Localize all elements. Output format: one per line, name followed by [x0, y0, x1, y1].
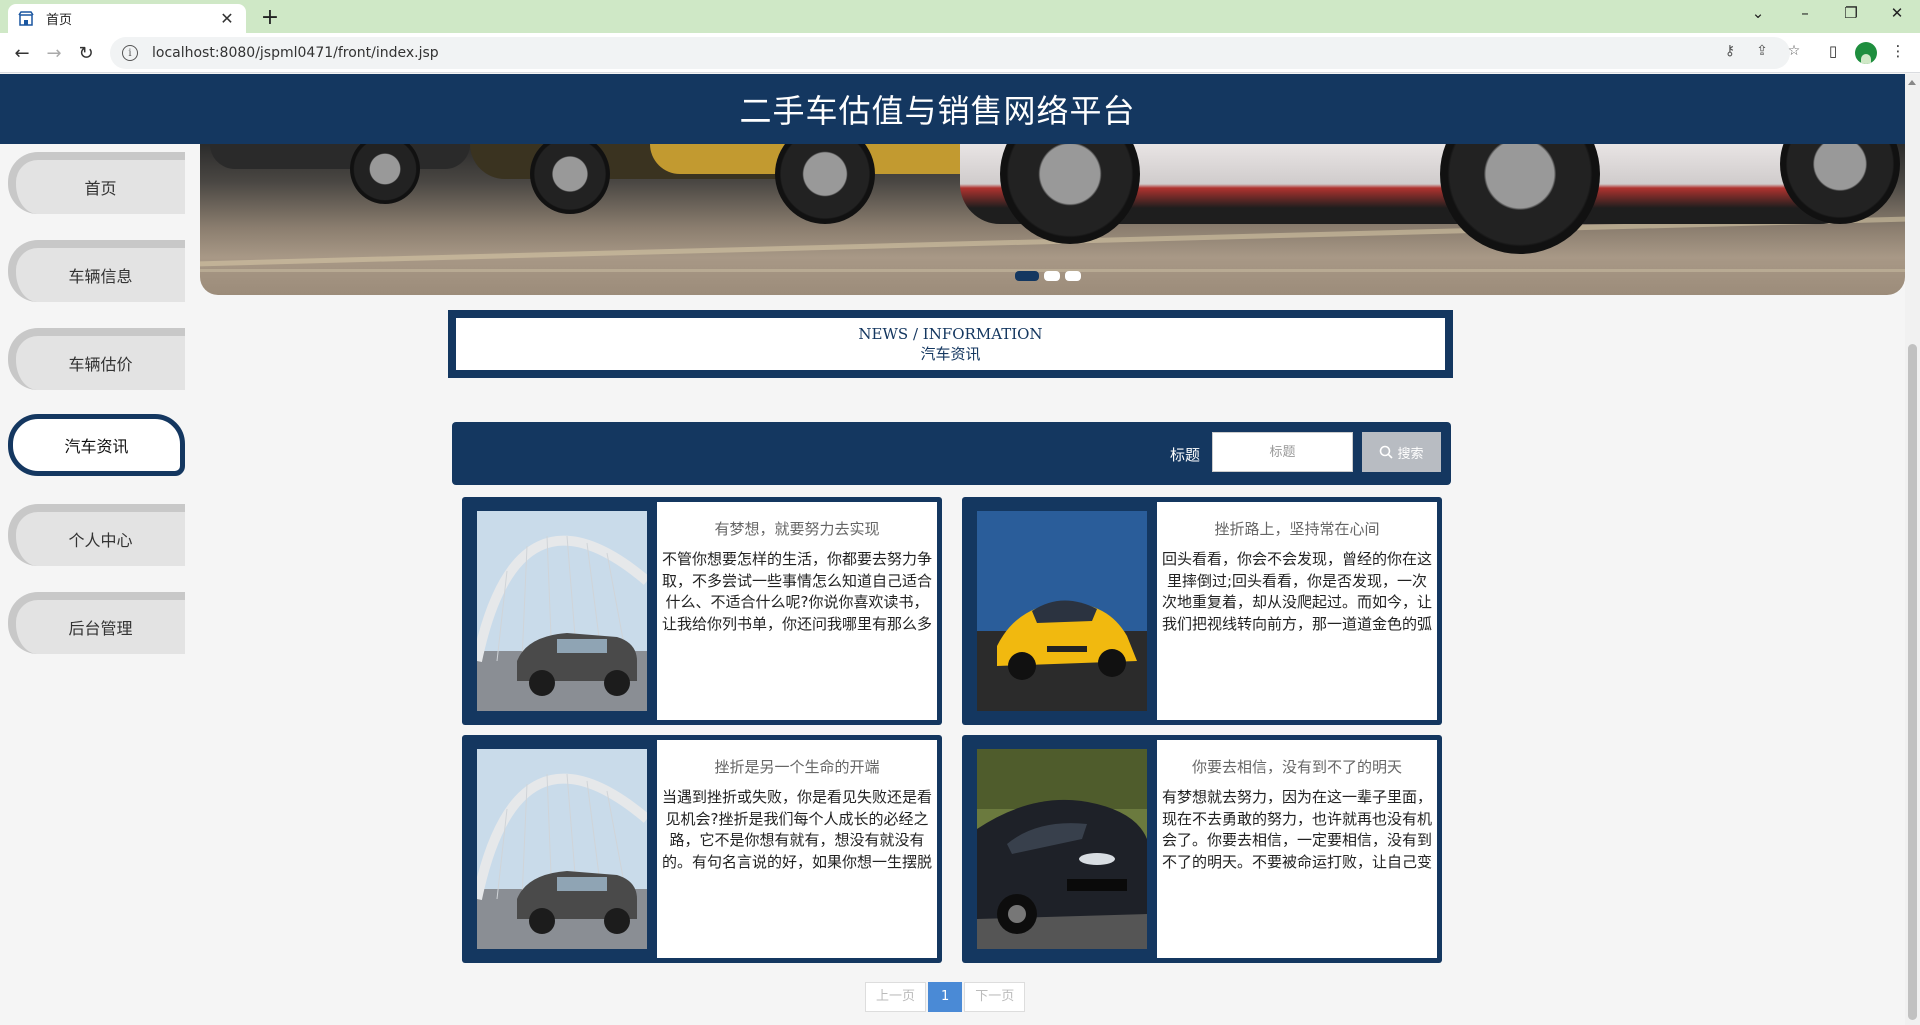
news-title[interactable]: 挫折路上，坚持常在心间 — [1161, 518, 1433, 539]
carousel-dot[interactable] — [1015, 271, 1039, 281]
news-card[interactable]: 有梦想，就要努力去实现 不管你想要怎样的生活，你都要去努力争取，不多尝试一些事情… — [462, 497, 942, 725]
sidebar-item-home[interactable]: 首页 — [8, 152, 185, 214]
scrollbar-thumb[interactable] — [1908, 344, 1917, 1020]
news-card[interactable]: 挫折是另一个生命的开端 当遇到挫折或失败，你是看见失败还是看见机会?挫折是我们每… — [462, 735, 942, 963]
scroll-up-icon[interactable] — [1908, 80, 1916, 85]
section-title-en: NEWS / INFORMATION — [858, 324, 1043, 343]
carousel-dot[interactable] — [1065, 271, 1081, 281]
news-thumbnail[interactable] — [977, 749, 1147, 949]
search-icon — [1380, 445, 1394, 459]
news-excerpt: 回头看看，你会不会发现，曾经的你在这里摔倒过;回头看看，你是否发现，一次次地重复… — [1161, 550, 1432, 633]
banner-wheel — [350, 144, 420, 204]
restore-icon[interactable]: ❐ — [1836, 4, 1866, 22]
side-panel-icon[interactable]: ▯ — [1821, 42, 1845, 60]
banner-car — [210, 144, 470, 169]
sidebar-item-valuation[interactable]: 车辆估价 — [8, 328, 185, 390]
news-card[interactable]: 你要去相信，没有到不了的明天 有梦想就去努力，因为在这一辈子里面，现在不去勇敢的… — [962, 735, 1442, 963]
search-label: 标题 — [1170, 446, 1201, 464]
browser-tab[interactable]: 首页 ✕ — [8, 4, 246, 33]
news-title[interactable]: 挫折是另一个生命的开端 — [661, 756, 933, 777]
section-heading-box: NEWS / INFORMATION 汽车资讯 — [448, 310, 1453, 378]
tab-title: 首页 — [46, 13, 73, 28]
close-window-icon[interactable]: ✕ — [1882, 4, 1912, 22]
page-scrollbar[interactable] — [1905, 74, 1920, 1025]
address-bar[interactable]: i localhost:8080/jspml0471/front/index.j… — [110, 37, 1790, 69]
page-viewport: 二手车估值与销售网络平台 首页 车辆信息 车辆估价 汽车资讯 个人中心 后台管理… — [0, 74, 1905, 1025]
browser-toolbar: ← → ↻ i localhost:8080/jspml0471/front/i… — [0, 33, 1920, 73]
banner-wheel — [1440, 144, 1600, 254]
news-excerpt: 当遇到挫折或失败，你是看见失败还是看见机会?挫折是我们每个人成长的必经之路，它不… — [661, 788, 932, 871]
sidebar-nav: 首页 车辆信息 车辆估价 汽车资讯 个人中心 后台管理 — [0, 144, 200, 1025]
bookmark-star-icon[interactable]: ☆ — [1784, 43, 1804, 59]
news-excerpt: 有梦想就去努力，因为在这一辈子里面，现在不去勇敢的努力，也许就再也没有机会了。你… — [1161, 788, 1432, 871]
hero-carousel[interactable] — [200, 144, 1905, 295]
sidebar-item-profile[interactable]: 个人中心 — [8, 504, 185, 566]
site-info-icon[interactable]: i — [122, 45, 138, 61]
minimize-icon[interactable]: – — [1790, 4, 1820, 22]
tab-close-icon[interactable]: ✕ — [218, 9, 236, 28]
sidebar-item-news[interactable]: 汽车资讯 — [8, 414, 185, 476]
menu-kebab-icon[interactable]: ⋮ — [1886, 42, 1910, 60]
forward-icon[interactable]: → — [42, 41, 66, 65]
back-icon[interactable]: ← — [10, 41, 34, 65]
news-card[interactable]: 挫折路上，坚持常在心间 回头看看，你会不会发现，曾经的你在这里摔倒过;回头看看，… — [962, 497, 1442, 725]
carousel-indicators — [1015, 271, 1081, 281]
news-title[interactable]: 你要去相信，没有到不了的明天 — [1161, 756, 1433, 777]
new-tab-icon[interactable]: + — [258, 5, 282, 30]
search-button[interactable]: 搜索 — [1362, 432, 1441, 472]
url-text[interactable]: localhost:8080/jspml0471/front/index.jsp — [152, 45, 439, 61]
section-title-cn: 汽车资讯 — [920, 344, 981, 363]
sidebar-item-vehicles[interactable]: 车辆信息 — [8, 240, 185, 302]
carousel-dot[interactable] — [1044, 271, 1060, 281]
banner-wheel — [530, 144, 610, 214]
tab-search-icon[interactable]: ⌄ — [1743, 4, 1773, 22]
site-title: 二手车估值与销售网络平台 — [739, 92, 1136, 130]
sidebar-item-admin[interactable]: 后台管理 — [8, 592, 185, 654]
search-bar: 标题 标题 搜索 — [452, 422, 1451, 485]
share-icon[interactable]: ⇪ — [1752, 43, 1772, 59]
pagination: 上一页 1 下一页 — [865, 982, 1026, 1012]
prev-page-button[interactable]: 上一页 — [865, 982, 927, 1012]
profile-avatar-icon[interactable] — [1855, 42, 1877, 64]
key-icon[interactable]: ⚷ — [1720, 43, 1740, 59]
banner-wheel — [775, 144, 875, 224]
browser-tab-strip: 首页 ✕ + ⌄ – ❐ ✕ — [0, 0, 1920, 33]
banner-wheel — [1000, 144, 1140, 244]
search-button-label: 搜索 — [1397, 446, 1424, 462]
news-thumbnail[interactable] — [477, 749, 647, 949]
news-thumbnail[interactable] — [477, 511, 647, 711]
news-excerpt: 不管你想要怎样的生活，你都要去努力争取，不多尝试一些事情怎么知道自己适合什么、不… — [661, 550, 932, 633]
site-header: 二手车估值与销售网络平台 — [0, 74, 1905, 144]
reload-icon[interactable]: ↻ — [74, 41, 98, 65]
search-input[interactable]: 标题 — [1212, 432, 1353, 472]
shop-favicon-icon — [18, 10, 34, 27]
page-number-button[interactable]: 1 — [928, 982, 963, 1012]
next-page-button[interactable]: 下一页 — [964, 982, 1026, 1012]
news-thumbnail[interactable] — [977, 511, 1147, 711]
news-title[interactable]: 有梦想，就要努力去实现 — [661, 518, 933, 539]
